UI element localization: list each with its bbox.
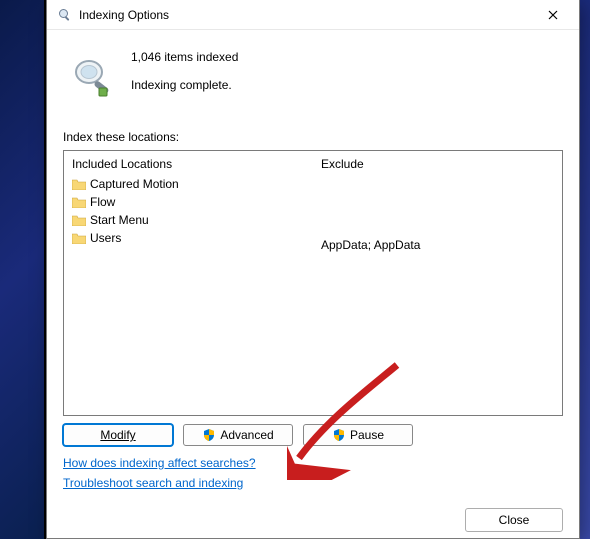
location-name: Flow <box>90 194 115 210</box>
desktop-background-left <box>0 0 44 539</box>
indexing-options-dialog: Indexing Options 1,046 items indexed Ind… <box>46 0 580 539</box>
how-indexing-link[interactable]: How does indexing affect searches? <box>63 456 563 470</box>
location-item[interactable]: Captured Motion <box>70 175 307 193</box>
location-item[interactable]: Start Menu <box>70 211 307 229</box>
magnifier-icon <box>57 7 73 23</box>
exclude-value: AppData; AppData <box>319 235 556 255</box>
location-name: Captured Motion <box>90 176 179 192</box>
included-header: Included Locations <box>70 155 307 175</box>
window-title: Indexing Options <box>79 8 533 22</box>
included-locations-column: Included Locations Captured Motion Flow St… <box>64 151 313 415</box>
troubleshoot-link[interactable]: Troubleshoot search and indexing <box>63 476 563 490</box>
exclude-value <box>319 175 556 195</box>
exclude-value <box>319 215 556 235</box>
dialog-body: 1,046 items indexed Indexing complete. I… <box>47 30 579 538</box>
exclude-header: Exclude <box>319 155 556 175</box>
modify-button[interactable]: Modify <box>63 424 173 446</box>
window-close-button[interactable] <box>533 1 573 29</box>
magnifier-large-icon <box>67 52 115 100</box>
location-item[interactable]: Flow <box>70 193 307 211</box>
footer: Close <box>465 508 563 532</box>
pause-button[interactable]: Pause <box>303 424 413 446</box>
shield-icon <box>332 428 346 442</box>
titlebar: Indexing Options <box>47 0 579 30</box>
button-row: Modify Advanced Pause <box>63 424 563 446</box>
desktop-background-right <box>580 0 590 539</box>
location-name: Start Menu <box>90 212 149 228</box>
locations-label: Index these locations: <box>63 130 563 144</box>
indexing-state: Indexing complete. <box>131 78 238 92</box>
location-name: Users <box>90 230 121 246</box>
indexed-count: 1,046 items indexed <box>131 50 238 64</box>
locations-listbox[interactable]: Included Locations Captured Motion Flow St… <box>63 150 563 416</box>
status-text: 1,046 items indexed Indexing complete. <box>131 50 238 92</box>
exclude-column: Exclude AppData; AppData <box>313 151 562 415</box>
shield-icon <box>202 428 216 442</box>
location-item[interactable]: Users <box>70 229 307 247</box>
exclude-value <box>319 195 556 215</box>
status-area: 1,046 items indexed Indexing complete. <box>63 40 563 100</box>
advanced-button[interactable]: Advanced <box>183 424 293 446</box>
close-button[interactable]: Close <box>465 508 563 532</box>
